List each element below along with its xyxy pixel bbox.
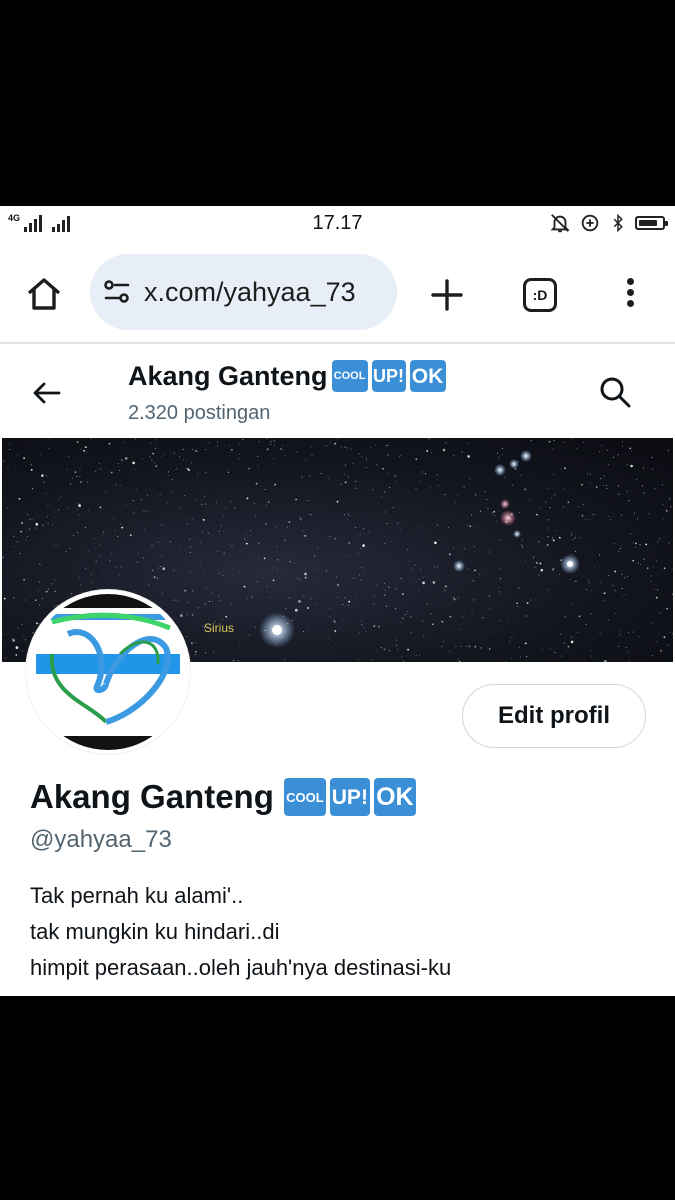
ok-emoji-badge: OK bbox=[409, 360, 446, 392]
battery-fill bbox=[639, 220, 657, 226]
mute-bell-icon bbox=[550, 214, 570, 233]
header-name-row: Akang Ganteng COOL UP! OK bbox=[128, 360, 446, 392]
bio-line: Tak pernah ku alami'.. bbox=[30, 883, 244, 908]
bio-line: himpit perasaan..oleh jauh'nya destinasi… bbox=[30, 955, 452, 980]
profile-name-row: Akang Ganteng COOL UP! OK bbox=[30, 778, 416, 816]
edit-profile-button[interactable]: Edit profil bbox=[462, 684, 646, 748]
site-settings-icon[interactable] bbox=[102, 277, 132, 307]
cool-emoji-badge: COOL bbox=[283, 778, 326, 816]
display-name: Akang Ganteng bbox=[30, 778, 274, 815]
profile-bio: Tak pernah ku alami'.. tak mungkin ku hi… bbox=[30, 878, 451, 986]
username-handle: @yahyaa_73 bbox=[30, 826, 172, 853]
cool-emoji-badge: COOL bbox=[331, 360, 368, 392]
sirius-label: Sirius bbox=[204, 621, 235, 635]
bluetooth-icon bbox=[613, 213, 623, 233]
back-arrow-icon[interactable] bbox=[30, 376, 64, 410]
avatar-image bbox=[30, 594, 186, 750]
up-emoji-badge: UP! bbox=[329, 778, 370, 816]
status-bar: 4G 17.17 bbox=[0, 206, 675, 240]
address-bar[interactable]: x.com/yahyaa_73 bbox=[90, 254, 397, 330]
more-menu-icon[interactable] bbox=[620, 274, 640, 314]
profile-avatar[interactable] bbox=[26, 590, 190, 754]
battery-icon bbox=[635, 216, 668, 230]
home-icon[interactable] bbox=[24, 274, 64, 314]
header-display-name: Akang Ganteng bbox=[128, 360, 328, 391]
tab-switcher-button[interactable]: :D bbox=[523, 278, 557, 312]
search-icon[interactable] bbox=[597, 374, 633, 410]
ok-emoji-badge: OK bbox=[373, 778, 416, 816]
new-tab-plus-icon[interactable] bbox=[430, 278, 464, 312]
system-icons bbox=[549, 212, 668, 234]
profile-header: Akang Ganteng COOL UP! OK 2.320 postinga… bbox=[0, 346, 675, 438]
bio-line: tak mungkin ku hindari..di bbox=[30, 919, 280, 944]
url-text[interactable]: x.com/yahyaa_73 bbox=[144, 277, 356, 308]
browser-toolbar: x.com/yahyaa_73 :D bbox=[0, 240, 675, 344]
data-saver-icon bbox=[581, 214, 599, 232]
up-emoji-badge: UP! bbox=[371, 360, 406, 392]
post-count: 2.320 postingan bbox=[128, 402, 271, 424]
phone-screen: 4G 17.17 x.com/yahyaa_73:D Akang Ganten… bbox=[0, 206, 675, 996]
